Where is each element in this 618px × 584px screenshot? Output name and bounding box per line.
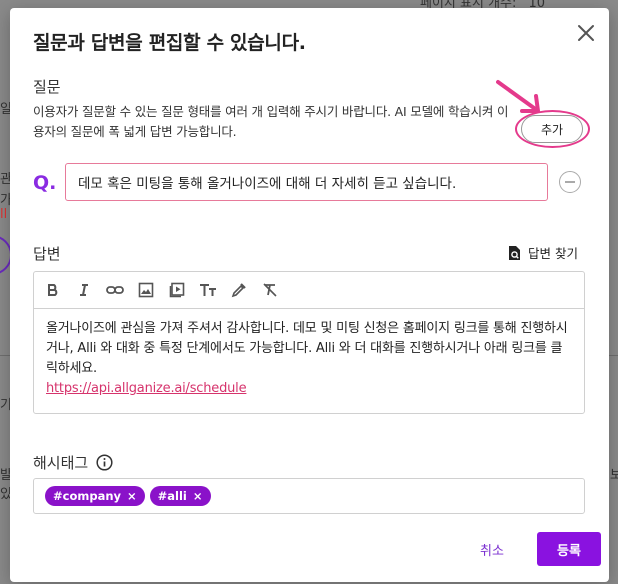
bg-text-fragment: ll (0, 207, 8, 222)
bg-text-fragment: 보 (610, 468, 618, 483)
remove-tag-icon[interactable]: × (193, 489, 203, 503)
answer-text: 올거나이즈에 관심을 가져 주셔서 감사합니다. 데모 및 미팅 신청은 홈페이… (46, 321, 568, 376)
modal-title: 질문과 답변을 편집할 수 있습니다. (33, 32, 306, 54)
italic-icon[interactable] (75, 281, 93, 299)
hashtag-chip-label: #company (53, 489, 122, 503)
remove-tag-icon[interactable]: × (127, 489, 137, 503)
find-answer-button[interactable]: 답변 찾기 (507, 243, 578, 262)
cancel-button[interactable]: 취소 (480, 540, 504, 559)
add-question-button[interactable]: 추가 (521, 115, 583, 143)
remove-question-icon[interactable] (559, 171, 581, 193)
bold-icon[interactable] (44, 281, 62, 299)
hashtag-chip: #alli × (149, 486, 211, 506)
answer-editor[interactable]: 올거나이즈에 관심을 가져 주셔서 감사합니다. 데모 및 미팅 신청은 홈페이… (33, 271, 585, 414)
question-section-label: 질문 (33, 78, 61, 96)
hashtag-input[interactable]: #company × #alli × (33, 478, 585, 514)
editor-toolbar (34, 272, 584, 309)
link-icon[interactable] (106, 281, 124, 299)
edit-qa-modal: 질문과 답변을 편집할 수 있습니다. 질문 이용자가 질문할 수 있는 질문 … (10, 8, 609, 582)
find-answer-label: 답변 찾기 (528, 246, 578, 261)
answer-editor-body[interactable]: 올거나이즈에 관심을 가져 주셔서 감사합니다. 데모 및 미팅 신청은 홈페이… (34, 309, 584, 409)
color-picker-icon[interactable] (230, 281, 248, 299)
hashtag-chip-label: #alli (157, 489, 187, 503)
image-icon[interactable] (137, 281, 155, 299)
hashtag-label-text: 해시태그 (33, 454, 89, 472)
schedule-link[interactable]: https://api.allganize.ai/schedule (46, 381, 247, 396)
submit-button[interactable]: 등록 (537, 532, 601, 566)
text-size-icon[interactable] (199, 281, 217, 299)
clear-format-icon[interactable] (261, 281, 279, 299)
close-icon[interactable] (575, 22, 597, 44)
question-description: 이용자가 질문할 수 있는 질문 형태를 여러 개 입력해 주시기 바랍니다. … (33, 104, 509, 139)
video-icon[interactable] (168, 281, 186, 299)
question-marker: Q. (33, 172, 57, 194)
question-input[interactable] (65, 163, 548, 201)
info-icon[interactable] (96, 454, 113, 471)
hashtag-section-label: 해시태그 (33, 452, 113, 473)
answer-section-label: 답변 (33, 245, 61, 263)
hashtag-chip: #company × (45, 486, 145, 506)
document-search-icon (509, 245, 520, 260)
